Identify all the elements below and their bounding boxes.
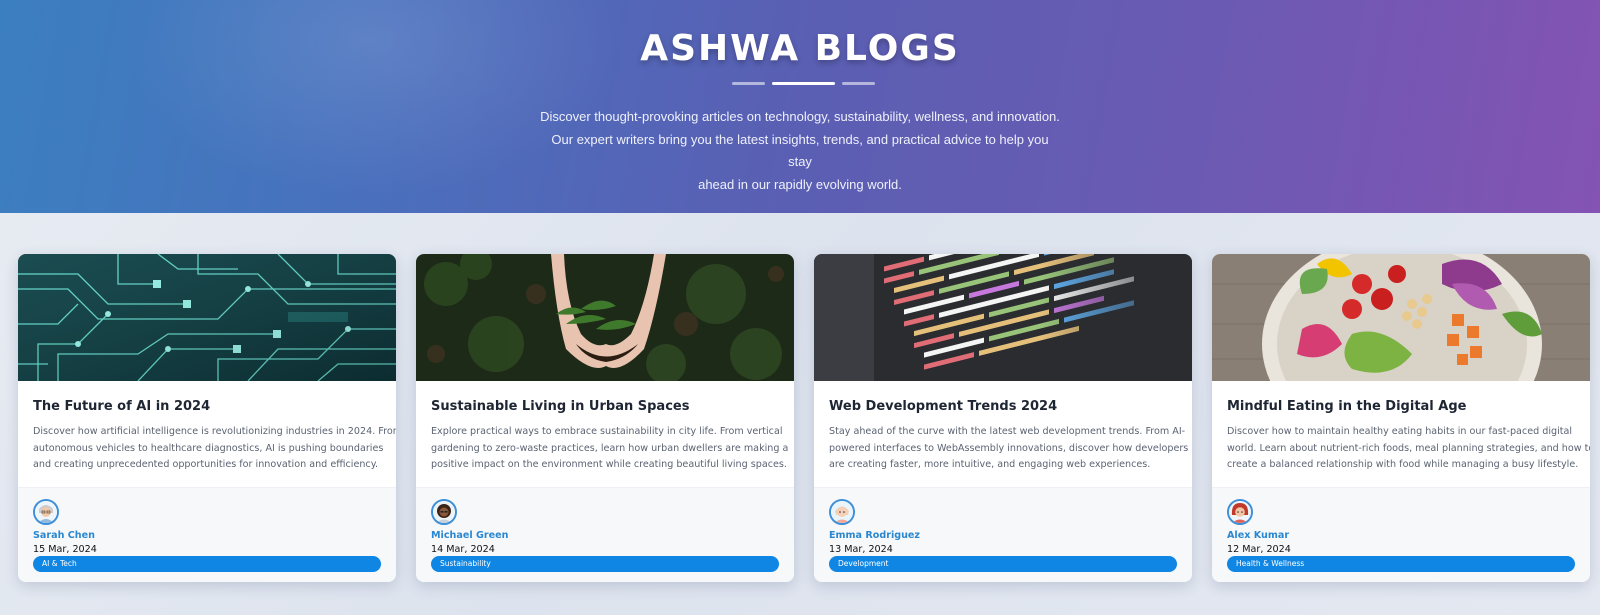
category-tag[interactable]: Health & Wellness <box>1227 556 1575 572</box>
excerpt-line: Discover how artificial intelligence is … <box>33 426 396 437</box>
category-tag[interactable]: Sustainability <box>431 556 779 572</box>
post-date: 15 Mar, 2024 <box>33 544 97 555</box>
card-excerpt: Discover how artificial intelligence is … <box>33 424 396 474</box>
card-footer: Alex Kumar 12 Mar, 2024 Health & Wellnes… <box>1212 487 1590 582</box>
site-title: ASHWA BLOGS <box>640 28 960 69</box>
card-title[interactable]: The Future of AI in 2024 <box>33 399 383 414</box>
post-date: 14 Mar, 2024 <box>431 544 495 555</box>
post-date: 12 Mar, 2024 <box>1227 544 1291 555</box>
tagline-line: Our expert writers bring you the latest … <box>551 131 1049 170</box>
excerpt-line: gardening to zero-waste practices, learn… <box>431 442 789 454</box>
category-tag[interactable]: Development <box>829 556 1177 572</box>
author-name[interactable]: Michael Green <box>431 530 508 541</box>
title-divider-left <box>732 82 765 85</box>
category-tag[interactable]: AI & Tech <box>33 556 381 572</box>
tagline-line: ahead in our rapidly evolving world. <box>698 176 902 192</box>
blog-card[interactable]: The Future of AI in 2024 Discover how ar… <box>18 254 396 582</box>
card-title[interactable]: Mindful Eating in the Digital Age <box>1227 399 1577 414</box>
author-name[interactable]: Alex Kumar <box>1227 530 1289 541</box>
excerpt-line: create a balanced relationship with food… <box>1227 459 1579 470</box>
code-screen-image[interactable] <box>814 254 1192 381</box>
card-excerpt: Explore practical ways to embrace sustai… <box>431 424 789 474</box>
author-name[interactable]: Emma Rodriguez <box>829 530 920 541</box>
card-title[interactable]: Sustainable Living in Urban Spaces <box>431 399 781 414</box>
hands-plant-image[interactable] <box>416 254 794 381</box>
card-footer: Emma Rodriguez 13 Mar, 2024 Development <box>814 487 1192 582</box>
blog-card[interactable]: Sustainable Living in Urban Spaces Explo… <box>416 254 794 582</box>
blog-card[interactable]: Web Development Trends 2024 Stay ahead o… <box>814 254 1192 582</box>
card-excerpt: Stay ahead of the curve with the latest … <box>829 424 1189 474</box>
circuit-board-image[interactable] <box>18 254 396 381</box>
excerpt-line: world. Learn about nutrient-rich foods, … <box>1227 442 1590 454</box>
excerpt-line: are creating faster, more intuitive, and… <box>829 459 1151 470</box>
salad-bowl-image[interactable] <box>1212 254 1590 381</box>
excerpt-line: Stay ahead of the curve with the latest … <box>829 426 1186 437</box>
excerpt-line: positive impact on the environment while… <box>431 459 787 470</box>
card-footer: Michael Green 14 Mar, 2024 Sustainabilit… <box>416 487 794 582</box>
card-title[interactable]: Web Development Trends 2024 <box>829 399 1179 414</box>
site-header: ASHWA BLOGS Discover thought-provoking a… <box>0 0 1600 213</box>
card-excerpt: Discover how to maintain healthy eating … <box>1227 424 1590 474</box>
title-divider-right <box>842 82 875 85</box>
title-divider-center <box>772 82 835 85</box>
author-avatar-icon <box>431 499 457 525</box>
excerpt-line: Explore practical ways to embrace sustai… <box>431 426 783 437</box>
excerpt-line: Discover how to maintain healthy eating … <box>1227 426 1573 437</box>
author-avatar-icon <box>1227 499 1253 525</box>
tagline-line: Discover thought-provoking articles on t… <box>540 109 1060 124</box>
excerpt-line: and creating unprecedented opportunities… <box>33 459 379 470</box>
author-avatar-icon <box>829 499 855 525</box>
author-name[interactable]: Sarah Chen <box>33 530 95 541</box>
excerpt-line: powered interfaces to WebAssembly innova… <box>829 442 1189 454</box>
blog-card[interactable]: Mindful Eating in the Digital Age Discov… <box>1212 254 1590 582</box>
post-date: 13 Mar, 2024 <box>829 544 893 555</box>
author-avatar-icon <box>33 499 59 525</box>
site-tagline: Discover thought-provoking articles on t… <box>540 106 1060 196</box>
excerpt-line: autonomous vehicles to healthcare diagno… <box>33 442 384 454</box>
card-footer: Sarah Chen 15 Mar, 2024 AI & Tech <box>18 487 396 582</box>
